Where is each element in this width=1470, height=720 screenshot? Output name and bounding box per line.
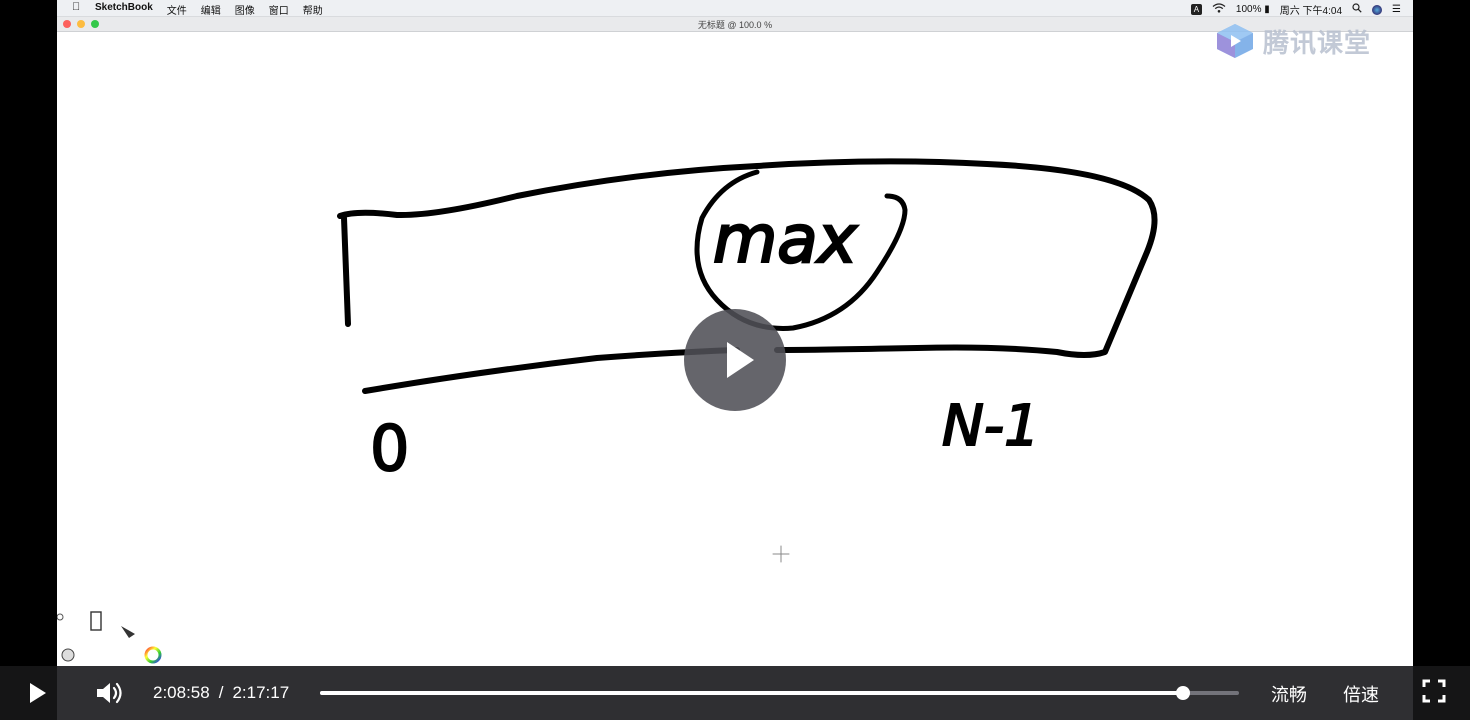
play-icon (727, 342, 754, 378)
speaker-icon (97, 682, 122, 704)
progress-knob[interactable] (1175, 686, 1190, 700)
label-zero: 0 (370, 412, 409, 485)
time-separator: / (218, 683, 224, 702)
label-max: max (713, 201, 858, 278)
play-icon (30, 683, 46, 703)
crosshair-cursor-icon (772, 545, 790, 563)
progress-bar[interactable] (320, 686, 1239, 700)
brush-size-icon[interactable] (57, 613, 64, 621)
volume-button[interactable] (94, 678, 124, 708)
playback-speed-button[interactable]: 倍速 (1343, 681, 1379, 707)
pencil-tool-icon[interactable] (90, 611, 102, 631)
brush-tool-icon[interactable] (121, 626, 135, 638)
quality-button[interactable]: 流畅 (1271, 681, 1307, 707)
duration: 2:17:17 (232, 683, 290, 702)
fullscreen-icon (1422, 679, 1446, 703)
sketchbook-tool-palette[interactable] (57, 604, 177, 666)
play-button[interactable] (24, 680, 50, 706)
array-bottom-edge (362, 347, 740, 394)
current-time: 2:08:58 (153, 683, 210, 702)
label-n-minus-1: N-1 (942, 394, 1040, 459)
progress-fill (320, 691, 1183, 695)
color-wheel-icon[interactable] (144, 646, 162, 664)
fullscreen-button[interactable] (1422, 679, 1446, 703)
array-left-edge (341, 215, 351, 327)
time-display: 2:08:58 / 2:17:17 (153, 683, 289, 703)
video-controls-bar: 2:08:58 / 2:17:17 流畅 倍速 (0, 666, 1470, 720)
layer-icon[interactable] (61, 648, 75, 662)
center-play-button[interactable] (684, 309, 786, 411)
